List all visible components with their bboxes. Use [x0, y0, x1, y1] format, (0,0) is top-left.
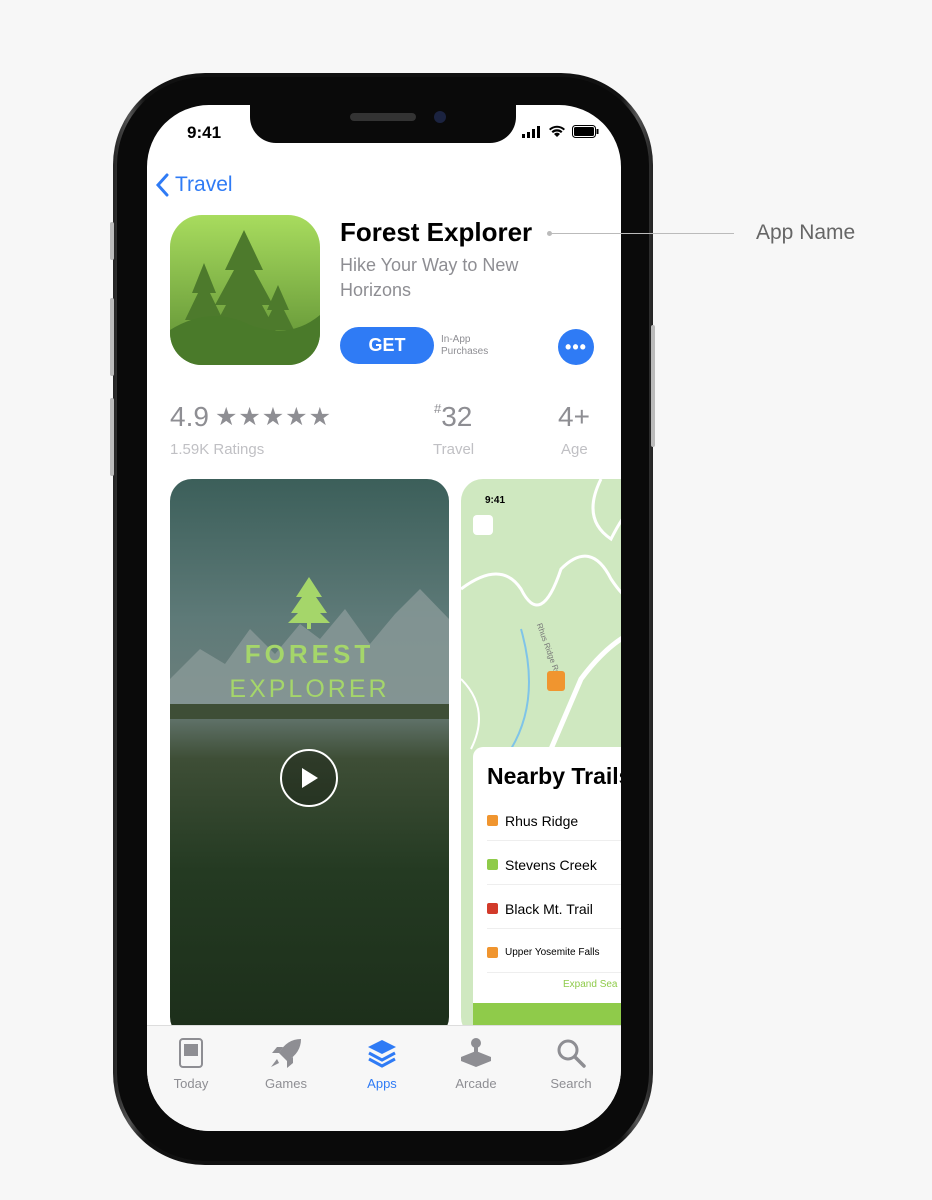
rocket-icon — [271, 1039, 301, 1068]
trail-row: Upper Yosemite Falls1 — [487, 933, 621, 973]
card-title: Nearby Trails — [487, 763, 621, 789]
list-icon — [473, 515, 493, 535]
callout-dot — [547, 231, 552, 236]
hiker-icon — [487, 859, 498, 870]
joystick-icon — [461, 1038, 491, 1067]
hiker-icon — [487, 903, 498, 914]
status-time: 9:41 — [187, 123, 222, 142]
tab-label: Apps — [367, 1076, 397, 1091]
tab-apps[interactable]: Apps — [342, 1036, 422, 1091]
rating-summary[interactable]: 4.9 ★★★★★ — [170, 401, 332, 433]
app-icon — [170, 215, 320, 365]
hiker-icon — [487, 815, 498, 826]
ratings-count: 1.59K Ratings — [170, 441, 265, 458]
screen: 9:41 Travel Forest Explorer Hike Your Wa… — [147, 105, 621, 1131]
search-icon — [557, 1039, 586, 1068]
trail-row: Black Mt. Trail7 — [487, 889, 621, 929]
screenshot-map[interactable]: 9:41 Rhus Ridge Rd Nearby Trails Rhus Ri… — [461, 479, 621, 1039]
map-status-time: 9:41 — [485, 495, 506, 506]
callout-label: App Name — [756, 221, 856, 244]
app-name: Forest Explorer — [340, 217, 533, 247]
tab-arcade[interactable]: Arcade — [436, 1036, 516, 1091]
promo-line1: FOREST — [244, 639, 375, 669]
trail-name: Stevens Creek — [505, 856, 597, 873]
iap-line2: Purchases — [441, 346, 489, 357]
expand-search-link: Expand Sea — [563, 979, 618, 990]
age-label: Age — [561, 441, 588, 458]
battery-icon — [572, 125, 599, 138]
back-label: Travel — [175, 173, 233, 196]
app-subtitle: Hike Your Way to New Horizons — [340, 255, 519, 300]
tab-label: Search — [550, 1076, 592, 1091]
tab-games[interactable]: Games — [246, 1036, 326, 1091]
tab-today[interactable]: Today — [151, 1036, 231, 1091]
star-rating-icon: ★★★★★ — [214, 403, 332, 431]
signal-icon — [522, 125, 540, 138]
tree-logo-icon — [288, 577, 330, 629]
rank-value: 32 — [441, 401, 473, 432]
volume-up-button — [110, 298, 114, 376]
side-button — [651, 325, 655, 447]
tab-bar: Today Games Apps Arcade Search — [147, 1025, 621, 1131]
back-button[interactable]: Travel — [155, 173, 233, 197]
notch — [250, 105, 516, 143]
ellipsis-icon: ••• — [565, 336, 587, 357]
today-icon — [179, 1038, 203, 1068]
apps-stack-icon — [368, 1040, 396, 1068]
screenshot-video-preview[interactable]: FOREST EXPLORER — [170, 479, 449, 1039]
tab-label: Today — [173, 1076, 209, 1091]
trail-name: Black Mt. Trail — [505, 900, 593, 917]
trail-row: Rhus Ridge0 — [487, 801, 621, 841]
volume-down-button — [110, 398, 114, 476]
trail-name: Upper Yosemite Falls — [505, 947, 600, 958]
hiker-icon — [487, 947, 498, 958]
rank-category: Travel — [433, 441, 475, 458]
in-app-purchases-note: In-App Purchases — [441, 334, 488, 358]
play-icon — [302, 768, 318, 788]
trail-marker-icon — [547, 671, 565, 691]
promo-line2: EXPLORER — [229, 675, 390, 703]
play-button[interactable] — [280, 749, 338, 807]
get-button[interactable]: GET — [340, 327, 434, 364]
tab-search[interactable]: Search — [531, 1036, 611, 1091]
status-icons — [522, 125, 599, 138]
iap-line1: In-App — [441, 334, 471, 345]
more-button[interactable]: ••• — [558, 329, 594, 365]
rating-value: 4.9 — [170, 401, 209, 432]
tab-label: Games — [265, 1076, 307, 1091]
chart-rank: #32 — [434, 401, 472, 433]
trail-row: Stevens Creek2 — [487, 845, 621, 885]
age-rating: 4+ — [558, 401, 590, 432]
chevron-left-icon — [155, 173, 169, 197]
tab-label: Arcade — [455, 1076, 497, 1091]
callout-line — [549, 233, 734, 234]
mute-switch — [110, 222, 114, 260]
wifi-icon — [549, 125, 565, 137]
nearby-trails-card: Nearby Trails Rhus Ridge0Stevens Creek2B… — [473, 747, 621, 1005]
trail-name: Rhus Ridge — [505, 812, 579, 829]
